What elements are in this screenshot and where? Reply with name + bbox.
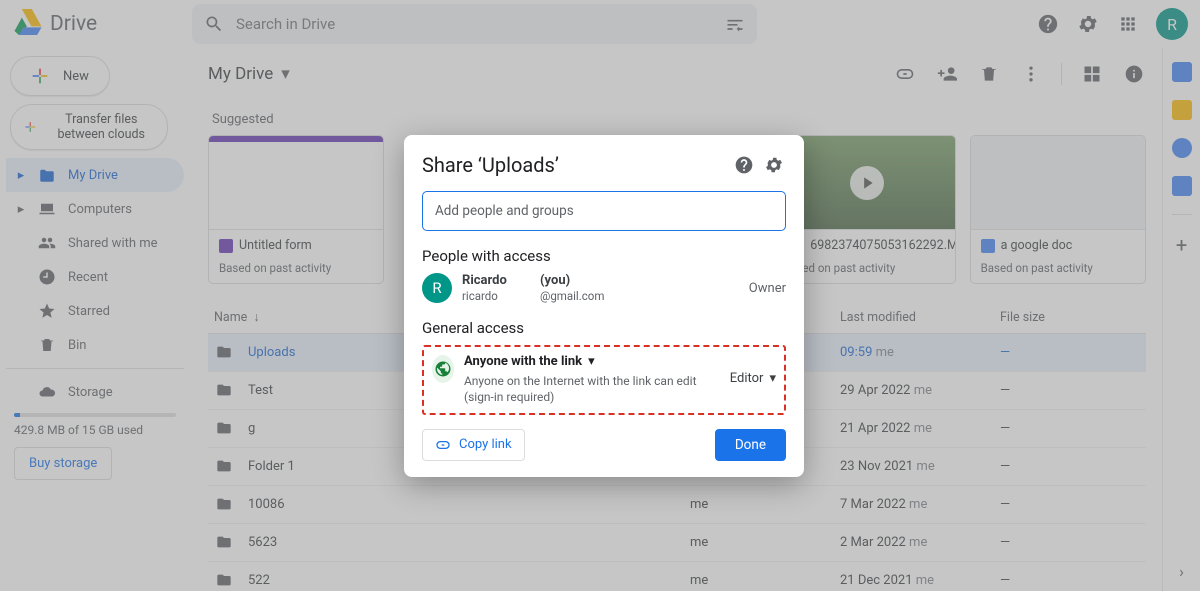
link-icon [435,437,451,453]
people-access-header: People with access [422,247,786,265]
person-role: Owner [749,281,786,296]
person-name: Ricardo [462,273,530,288]
person-row: R Ricardoricardo (you)@gmail.com Owner [422,273,786,303]
chevron-down-icon: ▾ [588,353,595,371]
general-access-row: Anyone with the link ▾ Anyone on the Int… [422,345,786,415]
copy-link-label: Copy link [459,437,512,452]
share-dialog: Share ‘Uploads’ People with access R Ric… [404,135,804,477]
copy-link-button[interactable]: Copy link [422,429,525,461]
add-people-input[interactable] [422,191,786,231]
general-access-header: General access [422,319,786,337]
person-you-label: (you) [540,273,608,288]
globe-icon [432,355,454,383]
dialog-title: Share ‘Uploads’ [422,153,559,177]
done-button[interactable]: Done [715,429,786,461]
chevron-down-icon: ▾ [769,371,776,386]
settings-icon[interactable] [762,153,786,177]
access-scope-description: Anyone on the Internet with the link can… [464,374,697,404]
person-avatar: R [422,273,452,303]
person-email: @gmail.com [540,289,608,303]
help-icon[interactable] [732,153,756,177]
person-email-prefix: ricardo [462,289,530,303]
access-scope-dropdown[interactable]: Anyone with the link ▾ [464,353,720,371]
role-dropdown[interactable]: Editor ▾ [730,371,776,386]
